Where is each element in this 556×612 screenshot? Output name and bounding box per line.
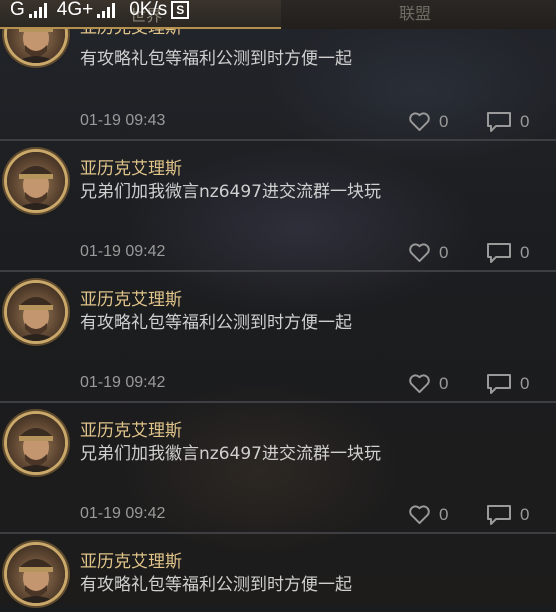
- timestamp: 01-19 09:42: [80, 374, 166, 391]
- avatar-portrait-icon: [15, 166, 57, 210]
- like-button[interactable]: 0: [408, 373, 448, 394]
- speech-bubble-icon: [487, 374, 511, 394]
- message-text: 有攻略礼包等福利公测到时方便一起: [80, 313, 352, 333]
- avatar-portrait-icon: [15, 297, 57, 341]
- heart-outline-icon: [409, 374, 430, 394]
- comment-count: 0: [520, 243, 530, 262]
- avatar-portrait-icon: [15, 559, 57, 603]
- like-count: 0: [439, 111, 449, 131]
- speech-bubble-icon: [487, 112, 511, 132]
- comment-count: 0: [520, 374, 530, 393]
- like-count: 0: [439, 504, 449, 524]
- message-text: 兄弟们加我徽言nz6497进交流群一块玩: [80, 444, 381, 464]
- signal-icon-2: [97, 2, 116, 18]
- heart-outline-icon: [409, 243, 430, 263]
- network-type-right: 4G+: [56, 0, 94, 20]
- network-type-left: G: [10, 0, 25, 20]
- avatar[interactable]: [7, 152, 65, 210]
- heart-outline-icon: [409, 505, 430, 525]
- username[interactable]: 亚历克艾理斯: [80, 416, 182, 441]
- username[interactable]: 亚历克艾理斯: [80, 285, 182, 310]
- comment-button[interactable]: 0: [486, 504, 529, 526]
- timestamp: 01-19 09:43: [80, 112, 166, 129]
- timestamp: 01-19 09:42: [80, 243, 166, 260]
- comment-button[interactable]: 0: [486, 373, 529, 395]
- message-text: 有攻略礼包等福利公测到时方便一起: [80, 49, 352, 69]
- speech-bubble-icon: [487, 505, 511, 525]
- network-speed: 0K/s: [129, 0, 168, 20]
- list-item[interactable]: 亚历克艾理斯 有攻略礼包等福利公测到时方便一起 01-19 09:42 0 0: [0, 270, 556, 401]
- timestamp: 01-19 09:42: [80, 505, 166, 522]
- comment-count: 0: [520, 112, 530, 131]
- comment-count: 0: [520, 505, 530, 524]
- list-item[interactable]: 亚历克艾理斯 有攻略礼包等福利公测到时方便一起 01-19 09:43 0 0: [0, 5, 556, 139]
- list-item[interactable]: 亚历克艾理斯 兄弟们加我徽言nz6497进交流群一块玩 01-19 09:42 …: [0, 401, 556, 532]
- avatar[interactable]: [7, 414, 65, 472]
- message-feed[interactable]: 亚历克艾理斯 有攻略礼包等福利公测到时方便一起 01-19 09:43 0 0 …: [0, 5, 556, 612]
- avatar[interactable]: [7, 283, 65, 341]
- s-badge-icon: S: [171, 1, 190, 19]
- tab-alliance[interactable]: 联盟: [281, 0, 556, 29]
- message-text: 兄弟们加我微言nz6497进交流群一块玩: [80, 182, 381, 202]
- like-button[interactable]: 0: [408, 504, 448, 525]
- list-item[interactable]: 亚历克艾理斯 有攻略礼包等福利公测到时方便一起: [0, 532, 556, 612]
- avatar[interactable]: [7, 545, 65, 603]
- heart-outline-icon: [409, 112, 430, 132]
- tab-alliance-label: 联盟: [399, 4, 432, 23]
- username[interactable]: 亚历克艾理斯: [80, 154, 182, 179]
- comment-button[interactable]: 0: [486, 111, 529, 133]
- message-text: 有攻略礼包等福利公测到时方便一起: [80, 575, 352, 595]
- speech-bubble-icon: [487, 243, 511, 263]
- like-button[interactable]: 0: [408, 111, 448, 132]
- comment-button[interactable]: 0: [486, 242, 529, 264]
- list-item[interactable]: 亚历克艾理斯 兄弟们加我微言nz6497进交流群一块玩 01-19 09:42 …: [0, 139, 556, 270]
- like-count: 0: [439, 373, 449, 393]
- avatar-portrait-icon: [15, 428, 57, 472]
- signal-icon: [28, 2, 47, 18]
- like-button[interactable]: 0: [408, 242, 448, 263]
- username[interactable]: 亚历克艾理斯: [80, 547, 182, 572]
- like-count: 0: [439, 242, 449, 262]
- status-bar: G 4G+ 0K/s S: [0, 0, 190, 20]
